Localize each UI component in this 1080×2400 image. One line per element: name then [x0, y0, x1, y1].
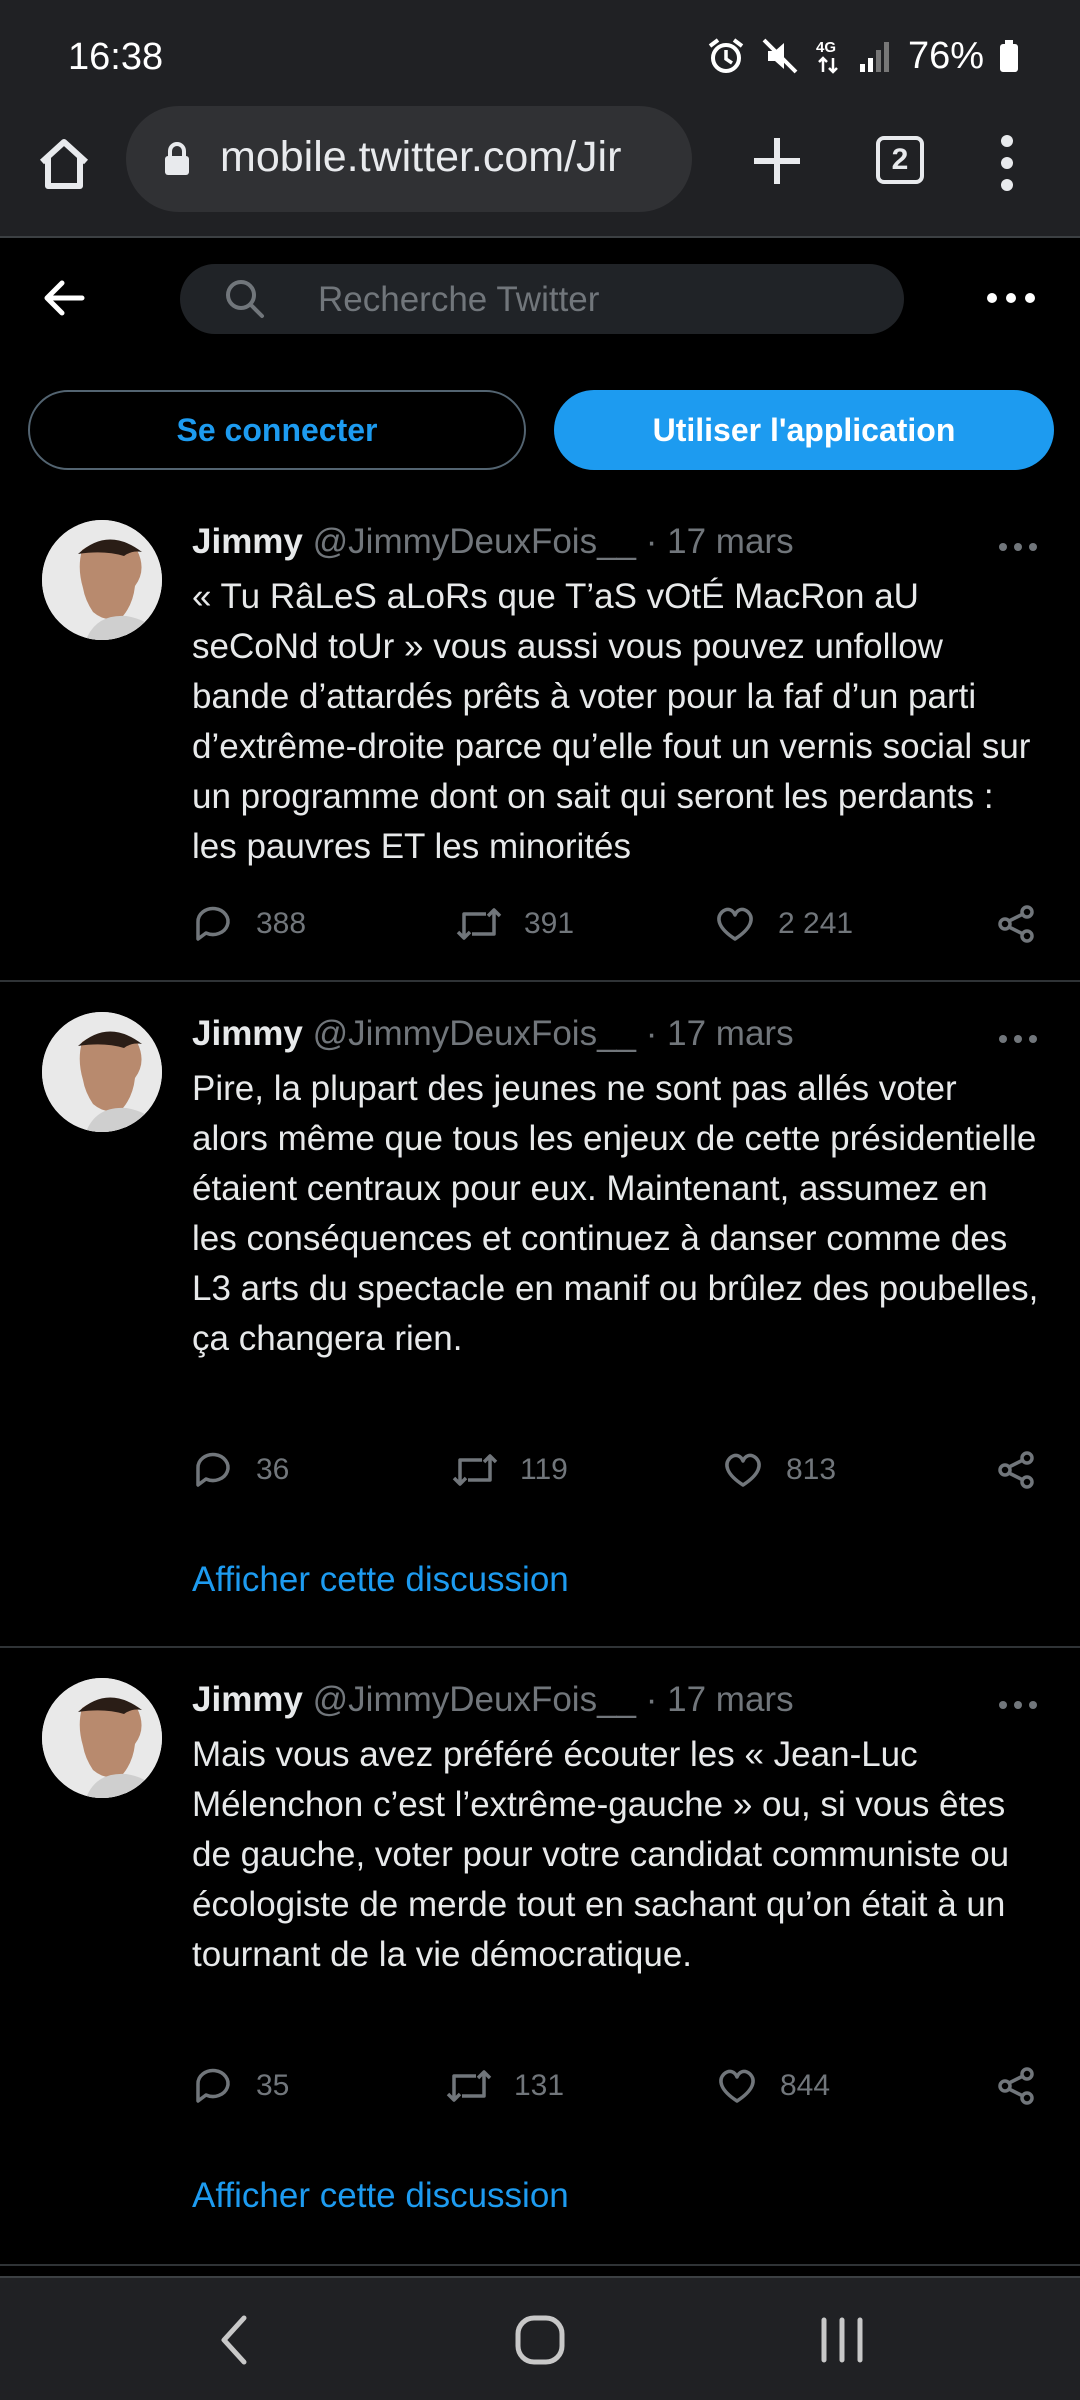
author-name[interactable]: Jimmy [192, 522, 303, 561]
retweet-button[interactable]: 131 [446, 2066, 564, 2106]
tweet-header: Jimmy @JimmyDeuxFois__ · 17 mars [192, 1014, 794, 1054]
battery-percent: 76% [907, 34, 984, 77]
like-button[interactable]: 813 [722, 1450, 836, 1490]
reply-icon [196, 906, 230, 941]
new-tab-icon[interactable] [746, 130, 808, 192]
tab-switcher-button[interactable]: 2 [876, 136, 924, 184]
retweet-icon [452, 1454, 498, 1486]
system-nav-bar [0, 2276, 1080, 2400]
like-count: 844 [780, 2069, 831, 2102]
like-count: 2 241 [778, 907, 854, 940]
more-horiz-icon[interactable] [998, 540, 1038, 554]
retweet-count: 391 [524, 907, 575, 940]
reply-icon [196, 2068, 230, 2103]
like-button[interactable]: 844 [716, 2066, 830, 2106]
login-button[interactable]: Se connecter [28, 390, 526, 470]
status-time: 16:38 [68, 36, 164, 78]
status-icons: 4G 76% [706, 32, 1020, 80]
signal-icon [859, 42, 889, 72]
reply-count: 35 [256, 2069, 290, 2102]
retweet-button[interactable]: 391 [456, 904, 574, 944]
retweet-icon [446, 2070, 492, 2102]
tweet-text: Pire, la plupart des jeunes ne sont pas … [192, 1069, 1039, 1358]
like-count: 813 [786, 1453, 837, 1486]
browser-toolbar: mobile.twitter.com/Jir 2 [0, 106, 1080, 236]
search-icon [226, 280, 264, 318]
lock-icon [165, 142, 189, 175]
tweet-date[interactable]: 17 mars [667, 1680, 793, 1719]
toolbar-divider [0, 236, 1080, 238]
reply-button[interactable]: 36 [192, 1450, 289, 1490]
separator-dot: · [645, 1680, 658, 1719]
tweet-header: Jimmy @JimmyDeuxFois__ · 17 mars [192, 1680, 794, 1720]
author-handle[interactable]: @JimmyDeuxFois__ [313, 1680, 636, 1719]
tweet-text: « Tu RâLeS aLoRs que T’aS vOtÉ MacRon aU… [192, 577, 1031, 866]
heart-icon [719, 2069, 755, 2103]
heart-icon [717, 907, 753, 941]
separator-dot: · [645, 522, 658, 561]
network-4g-icon: 4G [816, 39, 838, 74]
network-type-label: 4G [816, 39, 836, 56]
more-vert-icon[interactable] [992, 132, 1022, 194]
search-placeholder: Recherche Twitter [318, 280, 600, 319]
reply-count: 388 [256, 907, 307, 940]
retweet-count: 119 [520, 1453, 568, 1486]
home-icon[interactable] [32, 132, 96, 196]
tweet-date[interactable]: 17 mars [667, 522, 793, 561]
retweet-icon [456, 908, 502, 940]
tweet-2[interactable]: Jimmy @JimmyDeuxFois__ · 17 mars Pire, l… [0, 982, 1080, 1646]
tweet-1[interactable]: Jimmy @JimmyDeuxFois__ · 17 mars « Tu Râ… [0, 490, 1080, 980]
nav-home-icon[interactable] [514, 2314, 566, 2366]
status-bar: 16:38 4G 76% [0, 0, 1080, 108]
alarm-icon [708, 38, 744, 73]
back-arrow-icon[interactable] [38, 272, 90, 324]
avatar[interactable] [42, 520, 162, 640]
show-thread-link[interactable]: Afficher cette discussion [192, 2176, 569, 2216]
share-icon[interactable] [996, 2066, 1036, 2106]
share-icon[interactable] [996, 1450, 1036, 1490]
avatar-image [42, 520, 162, 640]
share-icon[interactable] [996, 904, 1036, 944]
reply-count: 36 [256, 1453, 290, 1486]
tweet-text: Mais vous avez préféré écouter les « Jea… [192, 1735, 1010, 1974]
url-bar[interactable]: mobile.twitter.com/Jir [126, 106, 692, 212]
mute-icon [762, 38, 798, 74]
like-button[interactable]: 2 241 [714, 904, 853, 944]
retweet-button[interactable]: 119 [452, 1450, 568, 1490]
reply-icon [196, 1452, 230, 1487]
tweet-3[interactable]: Jimmy @JimmyDeuxFois__ · 17 mars Mais vo… [0, 1648, 1080, 2264]
more-horiz-icon[interactable] [998, 1698, 1038, 1712]
tweet-divider [0, 2264, 1080, 2266]
author-name[interactable]: Jimmy [192, 1680, 303, 1719]
author-handle[interactable]: @JimmyDeuxFois__ [313, 522, 636, 561]
tweet-date[interactable]: 17 mars [667, 1014, 793, 1053]
use-app-button[interactable]: Utiliser l'application [554, 390, 1054, 470]
author-handle[interactable]: @JimmyDeuxFois__ [313, 1014, 636, 1053]
reply-button[interactable]: 388 [192, 904, 306, 944]
separator-dot: · [645, 1014, 658, 1053]
reply-button[interactable]: 35 [192, 2066, 289, 2106]
author-name[interactable]: Jimmy [192, 1014, 303, 1053]
avatar-image [42, 1012, 162, 1132]
nav-recents-icon[interactable] [818, 2314, 866, 2366]
avatar[interactable] [42, 1678, 162, 1798]
avatar-image [42, 1678, 162, 1798]
retweet-count: 131 [514, 2069, 565, 2102]
avatar[interactable] [42, 1012, 162, 1132]
tweet-header: Jimmy @JimmyDeuxFois__ · 17 mars [192, 522, 794, 562]
heart-icon [725, 1453, 761, 1487]
search-bar[interactable]: Recherche Twitter [180, 264, 904, 334]
url-text: mobile.twitter.com/Jir [220, 133, 622, 181]
more-horiz-icon[interactable] [998, 1032, 1038, 1046]
battery-icon [1000, 40, 1018, 72]
nav-back-icon[interactable] [214, 2312, 254, 2368]
more-horiz-icon[interactable] [984, 280, 1038, 316]
show-thread-link[interactable]: Afficher cette discussion [192, 1560, 569, 1600]
